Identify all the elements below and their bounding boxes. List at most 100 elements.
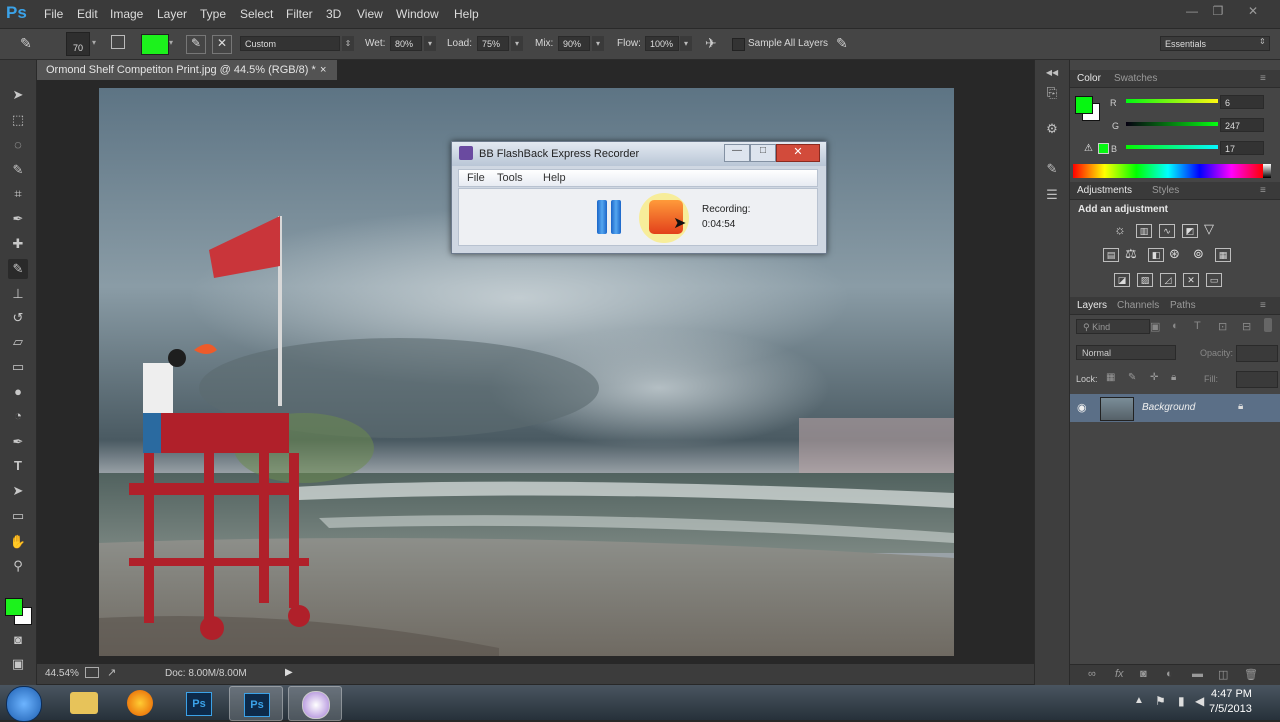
tab-swatches[interactable]: Swatches <box>1114 73 1157 84</box>
status-proof-icon[interactable] <box>85 667 99 678</box>
layer-filter-select[interactable]: ⚲ Kind <box>1076 319 1150 334</box>
recorder-menu-tools[interactable]: Tools <box>497 172 523 184</box>
tool-presets-icon[interactable]: ☰ <box>1043 186 1061 204</box>
lock-image-icon[interactable]: ✎ <box>1128 372 1136 383</box>
share-icon[interactable]: ↗ <box>107 666 116 679</box>
move-tool-icon[interactable]: ➤ <box>8 85 28 105</box>
curves-adjustment-icon[interactable]: ∿ <box>1159 224 1175 238</box>
recorder-window[interactable]: BB FlashBack Express Recorder — □ ✕ File… <box>451 141 827 254</box>
color-fg-swatch[interactable] <box>1075 96 1093 114</box>
start-button[interactable] <box>6 686 42 722</box>
lock-transparent-icon[interactable]: ▦ <box>1106 372 1115 383</box>
collapse-dock-icon[interactable]: ◀◀ <box>1043 64 1061 82</box>
load-input[interactable]: 75% <box>477 36 509 51</box>
healing-tool-icon[interactable]: ✚ <box>8 234 28 254</box>
g-input[interactable]: 247 <box>1220 118 1264 132</box>
wet-input[interactable]: 80% <box>390 36 422 51</box>
channel-mixer-adjustment-icon[interactable]: ⊚ <box>1193 246 1204 262</box>
black-white-adjustment-icon[interactable]: ◧ <box>1148 248 1164 262</box>
eyedropper-tool-icon[interactable]: ✒ <box>8 209 28 229</box>
brush-size-picker[interactable]: 70 <box>66 32 90 56</box>
filter-smart-object-icon[interactable]: ⊟ <box>1242 320 1251 333</box>
brightness-adjustment-icon[interactable]: ☼ <box>1114 222 1126 237</box>
recorder-menu-help[interactable]: Help <box>543 172 566 184</box>
zoom-level[interactable]: 44.54% <box>45 668 79 679</box>
posterize-adjustment-icon[interactable]: ▨ <box>1137 273 1153 287</box>
add-mask-icon[interactable]: ◙ <box>1140 668 1147 680</box>
current-load-swatch[interactable] <box>141 34 169 55</box>
color-panel-menu-icon[interactable]: ≡ <box>1260 73 1266 84</box>
menu-layer[interactable]: Layer <box>157 7 187 21</box>
mix-dropdown-icon[interactable]: ▾ <box>592 36 604 51</box>
history-panel-icon[interactable]: ⎘ <box>1043 84 1061 102</box>
color-ramp[interactable] <box>1073 164 1263 178</box>
tray-volume-icon[interactable]: ◀ <box>1195 694 1204 708</box>
flow-input[interactable]: 100% <box>645 36 679 51</box>
type-tool-icon[interactable]: T <box>8 456 28 476</box>
preset-dropdown-icon[interactable]: ⇕ <box>342 36 354 51</box>
workspace-select[interactable]: Essentials <box>1160 36 1270 51</box>
tab-adjustments[interactable]: Adjustments <box>1077 185 1132 196</box>
recorder-menu-file[interactable]: File <box>467 172 485 184</box>
color-lookup-adjustment-icon[interactable]: ▦ <box>1215 248 1231 262</box>
gradient-tool-icon[interactable]: ▭ <box>8 357 28 377</box>
tab-color[interactable]: Color <box>1077 73 1101 84</box>
recorder-titlebar[interactable]: BB FlashBack Express Recorder — □ ✕ <box>452 142 826 166</box>
sample-all-checkbox[interactable] <box>732 38 745 51</box>
taskbar-photoshop-1[interactable]: Ps <box>172 686 224 719</box>
filter-type-icon[interactable]: T <box>1194 320 1201 332</box>
marquee-tool-icon[interactable]: ⬚ <box>8 110 28 130</box>
close-button[interactable]: ✕ <box>1242 4 1264 20</box>
taskbar-firefox[interactable] <box>115 686 167 719</box>
menu-3d[interactable]: 3D <box>326 7 341 21</box>
color-ramp-bw[interactable] <box>1263 164 1271 178</box>
threshold-adjustment-icon[interactable]: ◿ <box>1160 273 1176 287</box>
status-menu-arrow-icon[interactable]: ▶ <box>285 667 293 678</box>
menu-window[interactable]: Window <box>396 7 439 21</box>
rectangle-tool-icon[interactable]: ▭ <box>8 506 28 526</box>
b-slider[interactable] <box>1126 145 1218 149</box>
mix-input[interactable]: 90% <box>558 36 590 51</box>
web-safe-swatch[interactable] <box>1098 143 1109 154</box>
recorder-maximize-button[interactable]: □ <box>750 144 776 162</box>
new-layer-icon[interactable]: ◫ <box>1218 668 1228 681</box>
close-tab-icon[interactable]: × <box>320 60 326 80</box>
menu-image[interactable]: Image <box>110 7 143 21</box>
exposure-adjustment-icon[interactable]: ◩ <box>1182 224 1198 238</box>
gamut-warning-icon[interactable]: ⚠ <box>1084 143 1093 154</box>
menu-view[interactable]: View <box>357 7 383 21</box>
new-group-icon[interactable]: ▬ <box>1192 668 1203 680</box>
g-slider[interactable] <box>1126 122 1218 126</box>
load-dropdown-icon[interactable]: ▾ <box>511 36 523 51</box>
hue-saturation-adjustment-icon[interactable]: ▤ <box>1103 248 1119 262</box>
mixer-brush-icon[interactable]: ✎ <box>20 35 32 52</box>
load-brush-icon[interactable]: ✎ <box>186 35 206 54</box>
levels-adjustment-icon[interactable]: ▥ <box>1136 224 1152 238</box>
layer-row[interactable]: ◉ Background 🔒︎ <box>1070 394 1280 422</box>
lock-all-icon[interactable]: 🔒︎ <box>1171 372 1176 383</box>
photo-filter-adjustment-icon[interactable]: ⊛ <box>1169 246 1180 262</box>
swatch-chevron-icon[interactable]: ▾ <box>169 38 173 47</box>
brush-presets-icon[interactable]: ✎ <box>1043 160 1061 178</box>
selective-color-adjustment-icon[interactable]: ✕ <box>1183 273 1199 287</box>
r-slider[interactable] <box>1126 99 1218 103</box>
vibrance-adjustment-icon[interactable]: ▽ <box>1204 221 1214 237</box>
r-input[interactable]: 6 <box>1220 95 1264 109</box>
gradient-map-adjustment-icon[interactable]: ▭ <box>1206 273 1222 287</box>
menu-file[interactable]: File <box>44 7 63 21</box>
filter-adjustment-icon[interactable]: ◐ <box>1172 320 1179 332</box>
path-select-tool-icon[interactable]: ➤ <box>8 481 28 501</box>
filter-toggle[interactable] <box>1264 318 1272 332</box>
b-input[interactable]: 17 <box>1220 141 1264 155</box>
taskbar-flashback[interactable] <box>288 686 342 721</box>
menu-select[interactable]: Select <box>240 7 273 21</box>
lock-position-icon[interactable]: ✛ <box>1150 372 1158 383</box>
document-tab[interactable]: Ormond Shelf Competiton Print.jpg @ 44.5… <box>37 60 337 80</box>
lasso-tool-icon[interactable]: ◌ <box>8 135 28 155</box>
tab-styles[interactable]: Styles <box>1152 185 1179 196</box>
clean-brush-icon[interactable]: ✕ <box>212 35 232 54</box>
zoom-tool-icon[interactable]: ⚲ <box>8 556 28 576</box>
wet-dropdown-icon[interactable]: ▾ <box>424 36 436 51</box>
filter-shape-icon[interactable]: ⊡ <box>1218 320 1227 333</box>
history-brush-tool-icon[interactable]: ↺ <box>8 308 28 328</box>
